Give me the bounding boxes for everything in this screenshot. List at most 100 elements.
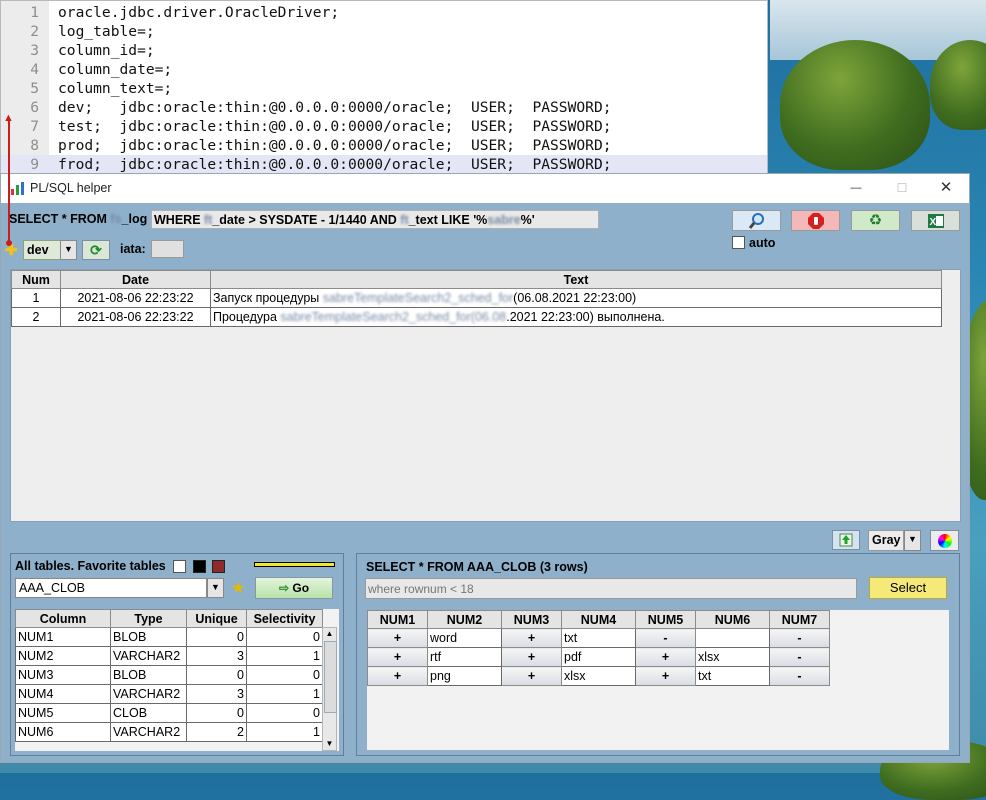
go-button[interactable]: ⇨ Go xyxy=(255,577,333,599)
favorite-star-icon[interactable]: ★ xyxy=(231,578,245,598)
iata-label: iata: xyxy=(120,242,146,256)
open-lob-button[interactable]: + xyxy=(501,628,562,648)
empty-lob-button[interactable]: - xyxy=(635,628,696,648)
column-header-selectivity[interactable]: Selectivity xyxy=(246,609,323,628)
color-swatch-red[interactable] xyxy=(212,560,225,573)
go-arrow-icon: ⇨ xyxy=(278,581,290,595)
column-header-num4[interactable]: NUM4 xyxy=(561,610,636,629)
code-line[interactable]: 5 column_text=; xyxy=(1,79,767,98)
table-row[interactable]: 1 2021-08-06 22:23:22 Запуск процедуры sab… xyxy=(11,288,942,308)
select-button[interactable]: Select xyxy=(869,577,947,599)
line-number: 3 xyxy=(30,42,39,59)
code-line[interactable]: 8 prod; jdbc:oracle:thin:@0.0.0.0:0000/or… xyxy=(1,136,767,155)
favorite-checkbox[interactable] xyxy=(173,560,186,573)
code-line[interactable]: 2 log_table=; xyxy=(1,22,767,41)
window-titlebar[interactable]: PL/SQL helper — ☐ ✕ xyxy=(1,174,969,203)
column-header-num2[interactable]: NUM2 xyxy=(427,610,502,629)
upload-button[interactable] xyxy=(832,530,860,550)
cell-unique: 3 xyxy=(186,684,247,704)
table-row[interactable]: + rtf + pdf + xlsx - xyxy=(367,647,830,667)
empty-lob-button[interactable]: - xyxy=(769,628,830,648)
column-header-date[interactable]: Date xyxy=(60,270,211,289)
log-table: Num Date Text 1 2021-08-06 22:23:22 Запуск… xyxy=(11,270,942,327)
open-lob-button[interactable]: + xyxy=(501,647,562,667)
scroll-up-arrow[interactable]: ▲ xyxy=(323,628,336,640)
scroll-thumb[interactable] xyxy=(324,641,337,713)
cell-type: BLOB xyxy=(110,627,187,647)
text-part: Процедура xyxy=(213,310,281,324)
code-text: test; jdbc:oracle:thin:@0.0.0.0:0000/ora… xyxy=(58,118,612,135)
open-lob-button[interactable]: + xyxy=(635,647,696,667)
color-wheel-icon xyxy=(937,534,952,548)
code-text: column_id=; xyxy=(58,42,155,59)
table-dropdown-button[interactable]: ▼ xyxy=(207,578,224,598)
column-header-num[interactable]: Num xyxy=(11,270,61,289)
cell-value: rtf xyxy=(427,647,502,667)
auto-checkbox-box[interactable] xyxy=(732,236,745,249)
where-clause-input[interactable] xyxy=(365,578,857,599)
redacted-text: sabreTemplateSearch2_sched_for xyxy=(322,291,514,305)
code-line[interactable]: 1 oracle.jdbc.driver.OracleDriver; xyxy=(1,3,767,22)
config-editor[interactable]: 1 oracle.jdbc.driver.OracleDriver; 2 log_ta… xyxy=(0,0,768,174)
table-select[interactable]: AAA_CLOB xyxy=(15,578,207,598)
table-row[interactable]: NUM2 VARCHAR2 3 1 xyxy=(15,646,323,666)
env-select[interactable]: dev xyxy=(23,240,61,260)
results-table: NUM1 NUM2 NUM3 NUM4 NUM5 NUM6 NUM7 + word + txt - -… xyxy=(367,610,830,686)
theme-select[interactable]: Gray xyxy=(868,530,904,551)
open-lob-button[interactable]: + xyxy=(635,666,696,686)
empty-lob-button[interactable]: - xyxy=(769,647,830,667)
refresh-button[interactable]: ⟳ xyxy=(82,240,110,260)
table-row[interactable]: 2 2021-08-06 22:23:22 Процедура sabreTempl… xyxy=(11,307,942,327)
open-lob-button[interactable]: + xyxy=(367,628,428,648)
color-swatch-black[interactable] xyxy=(193,560,206,573)
code-line[interactable]: 9 frod; jdbc:oracle:thin:@0.0.0.0:0000/or… xyxy=(1,155,767,174)
open-lob-button[interactable]: + xyxy=(501,666,562,686)
column-header-num3[interactable]: NUM3 xyxy=(501,610,562,629)
auto-checkbox[interactable]: auto xyxy=(732,236,775,250)
iata-input[interactable] xyxy=(151,240,184,258)
excel-export-button[interactable]: X xyxy=(911,210,960,231)
color-picker-button[interactable] xyxy=(930,530,959,551)
cell-value: png xyxy=(427,666,502,686)
column-header-num5[interactable]: NUM5 xyxy=(635,610,696,629)
excel-icon: X xyxy=(927,214,944,228)
table-row[interactable]: NUM5 CLOB 0 0 xyxy=(15,703,323,723)
cell-text: Запуск процедуры sabreTemplateSearch2_sc… xyxy=(210,288,942,308)
table-row[interactable]: + png + xlsx + txt - xyxy=(367,666,830,686)
cell-selectivity: 1 xyxy=(246,646,323,666)
code-line[interactable]: 6 dev; jdbc:oracle:thin:@0.0.0.0:0000/ora… xyxy=(1,98,767,117)
sql-where-input[interactable]: WHERE ft_date > SYSDATE - 1/1440 AND ft_… xyxy=(151,210,599,229)
code-line[interactable]: 7 test; jdbc:oracle:thin:@0.0.0.0:0000/or… xyxy=(1,117,767,136)
table-row[interactable]: NUM4 VARCHAR2 3 1 xyxy=(15,684,323,704)
column-header-num1[interactable]: NUM1 xyxy=(367,610,428,629)
maximize-button[interactable]: ☐ xyxy=(879,174,925,203)
code-line[interactable]: 4 column_date=; xyxy=(1,60,767,79)
table-row[interactable]: NUM6 VARCHAR2 2 1 xyxy=(15,722,323,742)
table-row[interactable]: + word + txt - - xyxy=(367,628,830,648)
results-table-wrap: NUM1 NUM2 NUM3 NUM4 NUM5 NUM6 NUM7 + word + txt - -… xyxy=(367,610,949,750)
table-row[interactable]: NUM1 BLOB 0 0 xyxy=(15,627,323,647)
theme-dropdown-button[interactable]: ▼ xyxy=(904,530,921,551)
scroll-down-arrow[interactable]: ▼ xyxy=(323,738,336,750)
cell-column: NUM2 xyxy=(15,646,111,666)
cell-column: NUM3 xyxy=(15,665,111,685)
code-line[interactable]: 3 column_id=; xyxy=(1,41,767,60)
stop-button[interactable] xyxy=(791,210,840,231)
clear-button[interactable]: ♻ xyxy=(851,210,900,231)
column-header-num6[interactable]: NUM6 xyxy=(695,610,770,629)
open-lob-button[interactable]: + xyxy=(367,647,428,667)
env-dropdown-button[interactable]: ▼ xyxy=(60,240,77,260)
cell-value xyxy=(695,628,770,648)
empty-lob-button[interactable]: - xyxy=(769,666,830,686)
minimize-button[interactable]: — xyxy=(833,174,879,203)
open-lob-button[interactable]: + xyxy=(367,666,428,686)
column-header-type[interactable]: Type xyxy=(110,609,187,628)
column-header-num7[interactable]: NUM7 xyxy=(769,610,830,629)
column-header-text[interactable]: Text xyxy=(210,270,942,289)
search-button[interactable] xyxy=(732,210,781,231)
columns-scrollbar[interactable]: ▲ ▼ xyxy=(322,627,337,751)
column-header-column[interactable]: Column xyxy=(15,609,111,628)
column-header-unique[interactable]: Unique xyxy=(186,609,247,628)
close-button[interactable]: ✕ xyxy=(923,174,969,203)
table-row[interactable]: NUM3 BLOB 0 0 xyxy=(15,665,323,685)
